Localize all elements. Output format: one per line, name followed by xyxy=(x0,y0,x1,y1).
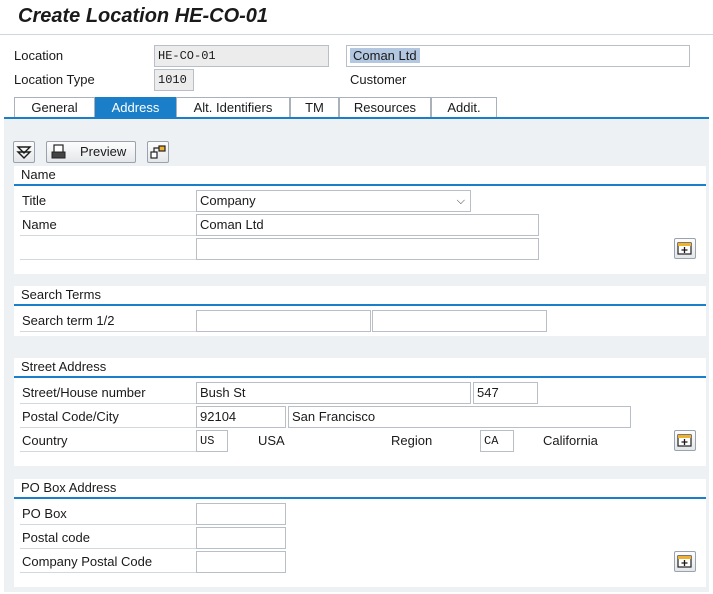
search-terms-panel-header: Search Terms xyxy=(14,286,706,306)
postal-city-row: Postal Code/City xyxy=(20,406,196,428)
tab-tm[interactable]: TM xyxy=(290,97,339,117)
expand-fields-icon xyxy=(677,242,692,255)
company-postal-input[interactable] xyxy=(196,551,286,573)
street-label: Street/House number xyxy=(22,385,146,400)
po-box-panel-header: PO Box Address xyxy=(14,479,706,499)
house-number-input[interactable]: 547 xyxy=(473,382,538,404)
header-divider xyxy=(0,34,713,35)
location-description-text: Coman Ltd xyxy=(350,48,420,63)
name2-row xyxy=(20,238,196,260)
name-row: Name xyxy=(20,214,196,236)
expand-collapse-button[interactable] xyxy=(13,141,35,163)
postal-code-input[interactable]: 92104 xyxy=(196,406,286,428)
po-box-panel: PO Box Address PO Box Postal code Compan… xyxy=(14,479,706,587)
preview-label: Preview xyxy=(80,144,127,159)
preview-button[interactable]: Preview xyxy=(46,141,136,163)
location-type-field[interactable]: 1010 xyxy=(154,69,194,91)
street-address-panel-header: Street Address xyxy=(14,358,706,378)
street-row: Street/House number xyxy=(20,382,196,404)
tab-resources[interactable]: Resources xyxy=(339,97,431,117)
tab-addit[interactable]: Addit. xyxy=(431,97,497,117)
location-description-field[interactable]: Coman Ltd xyxy=(346,45,690,67)
search-terms-panel-title: Search Terms xyxy=(21,287,101,302)
name2-input[interactable] xyxy=(196,238,539,260)
chevron-down-icon: ⌵ xyxy=(456,195,465,207)
hierarchy-icon xyxy=(150,145,166,159)
po-box-label: PO Box xyxy=(22,506,67,521)
search-term-1-input[interactable] xyxy=(196,310,371,332)
po-box-panel-title: PO Box Address xyxy=(21,480,117,495)
region-code-input[interactable]: CA xyxy=(480,430,514,452)
search-terms-panel: Search Terms Search term 1/2 xyxy=(14,286,706,336)
name-panel: Name Title Company ⌵ Name Coman Ltd xyxy=(14,166,706,274)
search-term-2-input[interactable] xyxy=(372,310,547,332)
po-postal-input[interactable] xyxy=(196,527,286,549)
street-address-panel: Street Address Street/House number Bush … xyxy=(14,358,706,466)
company-postal-row: Company Postal Code xyxy=(20,551,196,573)
name-input[interactable]: Coman Ltd xyxy=(196,214,539,236)
country-name: USA xyxy=(258,433,285,448)
region-label: Region xyxy=(391,433,433,448)
company-postal-label: Company Postal Code xyxy=(22,554,153,569)
tab-address[interactable]: Address xyxy=(95,97,176,117)
name-label: Name xyxy=(22,217,57,232)
location-type-description: Customer xyxy=(350,72,407,87)
search-term-label: Search term 1/2 xyxy=(22,313,115,328)
region-name: California xyxy=(543,433,598,448)
location-type-label: Location Type xyxy=(14,72,95,87)
name-panel-title: Name xyxy=(21,167,56,182)
name-panel-header: Name xyxy=(14,166,706,186)
funnel-down-icon xyxy=(16,146,32,159)
printer-icon xyxy=(51,144,66,159)
title-row: Title xyxy=(20,190,196,212)
po-box-input[interactable] xyxy=(196,503,286,525)
country-code-input[interactable]: US xyxy=(196,430,228,452)
po-box-row: PO Box xyxy=(20,503,196,525)
street-input[interactable]: Bush St xyxy=(196,382,471,404)
city-input[interactable]: San Francisco xyxy=(288,406,631,428)
title-label: Title xyxy=(22,193,47,208)
expand-fields-icon xyxy=(677,434,692,447)
location-field[interactable]: HE-CO-01 xyxy=(154,45,329,67)
title-select[interactable]: Company ⌵ xyxy=(196,190,471,212)
tab-alt-identifiers[interactable]: Alt. Identifiers xyxy=(176,97,290,117)
po-postal-label: Postal code xyxy=(22,530,90,545)
tab-general[interactable]: General xyxy=(14,97,95,117)
country-row: Country xyxy=(20,430,196,452)
name-more-fields-button[interactable] xyxy=(674,238,696,259)
po-box-more-fields-button[interactable] xyxy=(674,551,696,572)
postal-city-label: Postal Code/City xyxy=(22,409,119,424)
country-label: Country xyxy=(22,433,68,448)
street-address-panel-title: Street Address xyxy=(21,359,107,374)
page-title: Create Location HE-CO-01 xyxy=(18,5,269,27)
search-term-row: Search term 1/2 xyxy=(20,310,196,332)
expand-fields-icon xyxy=(677,555,692,568)
po-postal-row: Postal code xyxy=(20,527,196,549)
title-select-value: Company xyxy=(200,193,256,208)
street-more-fields-button[interactable] xyxy=(674,430,696,451)
location-label: Location xyxy=(14,48,64,63)
hierarchy-button[interactable] xyxy=(147,141,169,163)
